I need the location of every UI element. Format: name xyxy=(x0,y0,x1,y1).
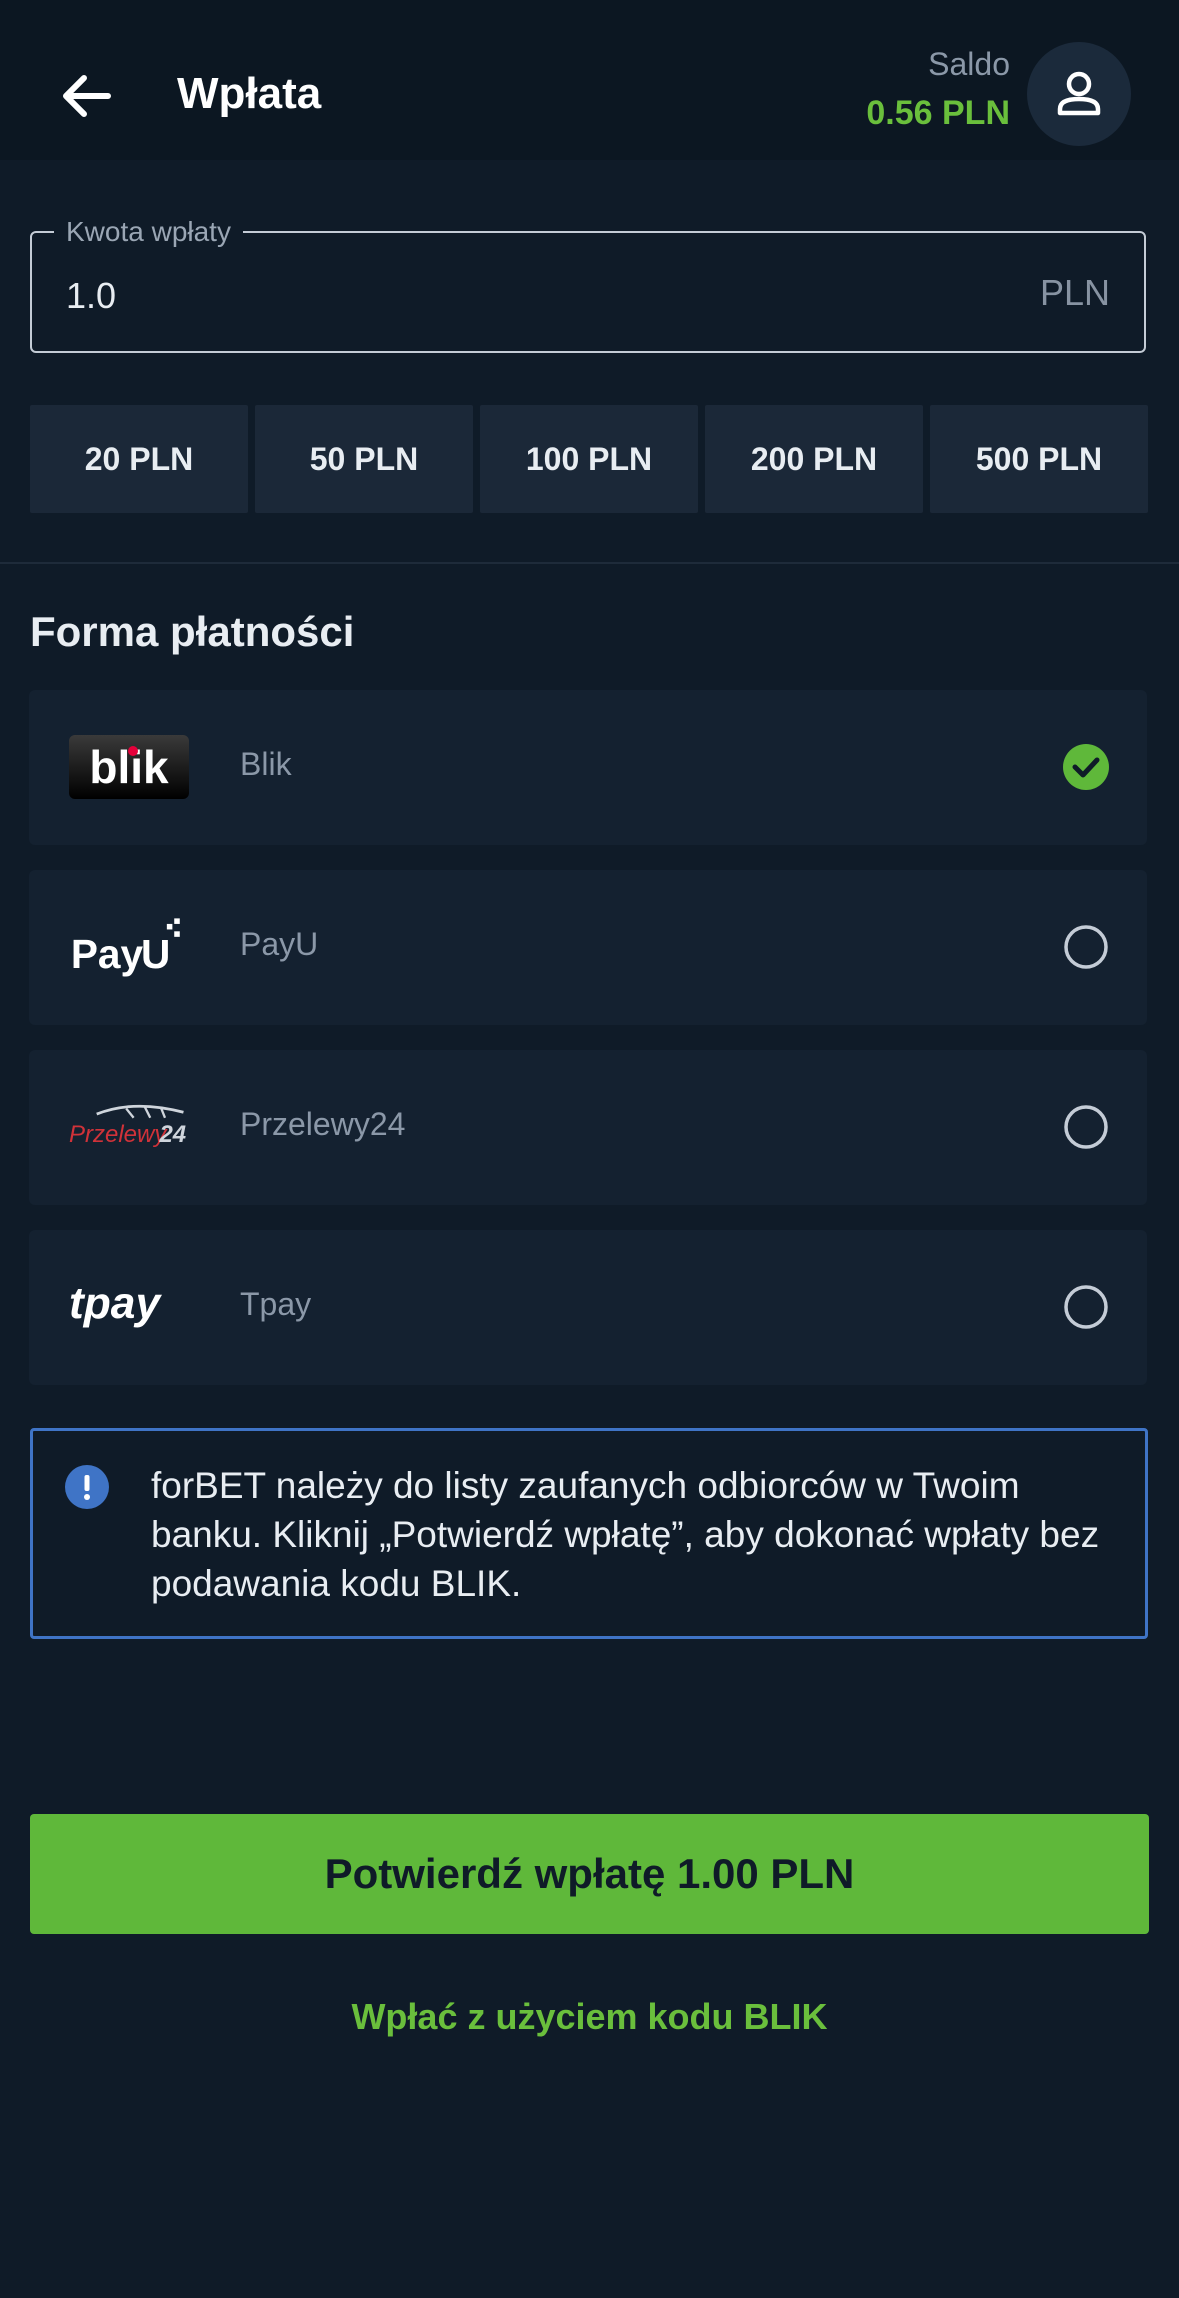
radio-unchecked-icon[interactable] xyxy=(1063,924,1109,970)
quick-amount-20-button[interactable]: 20 PLN xyxy=(30,405,248,513)
back-button[interactable] xyxy=(46,56,126,136)
info-text: forBET należy do listy zaufanych odbiorc… xyxy=(151,1465,1100,1604)
method-name-tpay: Tpay xyxy=(240,1286,312,1322)
info-box: forBET należy do listy zaufanych odbiorc… xyxy=(30,1428,1148,1639)
amount-input[interactable] xyxy=(66,268,966,324)
svg-text:24: 24 xyxy=(158,1121,186,1148)
svg-text:U: U xyxy=(141,931,170,977)
method-name-przelewy24: Przelewy24 xyxy=(240,1106,406,1142)
przelewy24-logo: Przelewy 24 xyxy=(69,1087,189,1167)
profile-button[interactable] xyxy=(1027,42,1131,146)
amount-label: Kwota wpłaty xyxy=(54,215,243,249)
top-bar: Wpłata Saldo 0.56 PLN xyxy=(0,0,1179,160)
payment-method-payu[interactable]: Pay U PayU xyxy=(29,870,1147,1025)
payment-method-blik[interactable]: blik Blik xyxy=(29,690,1147,845)
svg-text:Pay: Pay xyxy=(71,931,144,977)
balance-label: Saldo xyxy=(928,46,1010,82)
method-name-blik: Blik xyxy=(240,746,292,782)
check-circle-icon[interactable] xyxy=(1063,744,1109,790)
amount-currency: PLN xyxy=(1039,272,1110,313)
payment-method-tpay[interactable]: tpay Tpay xyxy=(29,1230,1147,1385)
blik-logo: blik xyxy=(69,727,189,807)
svg-text:tpay: tpay xyxy=(69,1279,162,1328)
quick-amount-200-button[interactable]: 200 PLN xyxy=(705,405,923,513)
arrow-left-icon xyxy=(63,75,111,117)
radio-unchecked-icon[interactable] xyxy=(1063,1284,1109,1330)
divider xyxy=(0,562,1179,564)
method-name-payu: PayU xyxy=(240,926,319,962)
quick-amount-100-button[interactable]: 100 PLN xyxy=(480,405,698,513)
payu-logo: Pay U xyxy=(69,907,189,987)
confirm-deposit-button[interactable]: Potwierdź wpłatę 1.00 PLN xyxy=(30,1814,1149,1934)
info-icon xyxy=(65,1465,109,1509)
quick-amount-500-button[interactable]: 500 PLN xyxy=(930,405,1148,513)
payment-method-przelewy24[interactable]: Przelewy 24 Przelewy24 xyxy=(29,1050,1147,1205)
user-icon xyxy=(1057,71,1101,116)
radio-unchecked-icon[interactable] xyxy=(1063,1104,1109,1150)
svg-text:Przelewy: Przelewy xyxy=(69,1121,168,1148)
page-title: Wpłata xyxy=(177,69,322,118)
tpay-logo: tpay xyxy=(69,1267,189,1347)
deposit-with-blik-code-link[interactable]: Wpłać z użyciem kodu BLIK xyxy=(0,1996,1179,2038)
quick-amount-buttons: 20 PLN 50 PLN 100 PLN 200 PLN 500 PLN xyxy=(30,405,1148,513)
quick-amount-50-button[interactable]: 50 PLN xyxy=(255,405,473,513)
balance-value: 0.56 PLN xyxy=(866,94,1010,132)
payment-section-title: Forma płatności xyxy=(30,608,355,655)
